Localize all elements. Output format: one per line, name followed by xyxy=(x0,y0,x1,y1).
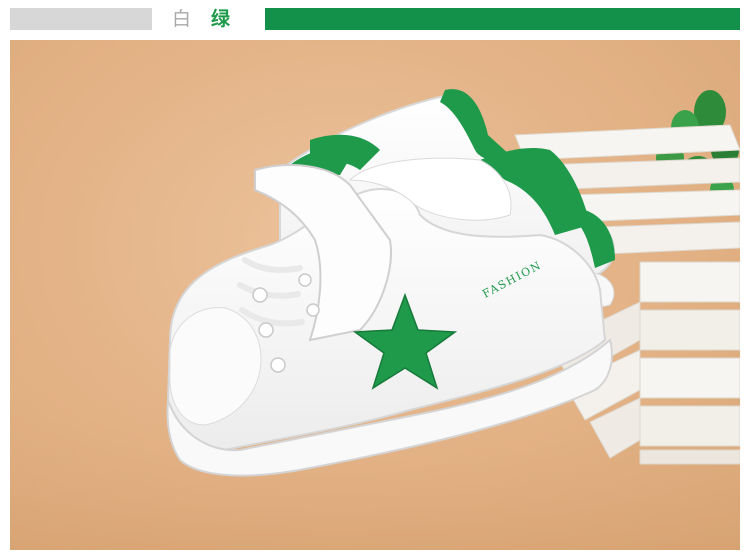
color-label-green: 绿 xyxy=(211,8,231,30)
product-photo: FASHION xyxy=(10,40,740,550)
header-green-bar xyxy=(265,8,740,30)
product-photo-illustration: FASHION xyxy=(10,89,740,550)
color-label-white: 白 xyxy=(172,8,192,30)
header-gray-bar xyxy=(10,8,152,30)
header-strip: 白 绿 xyxy=(0,0,750,38)
color-label-group: 白 绿 xyxy=(172,7,230,31)
